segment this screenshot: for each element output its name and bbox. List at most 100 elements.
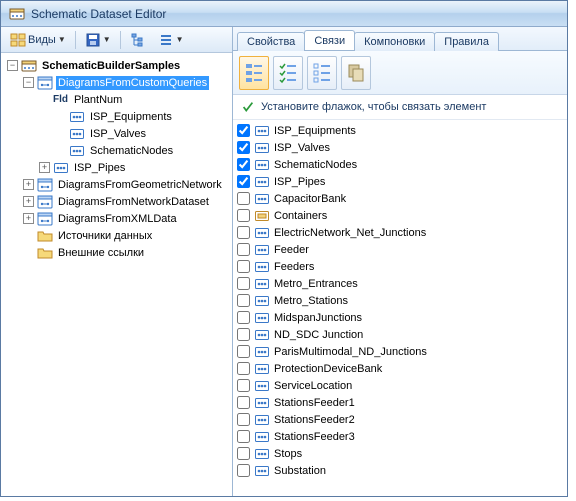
item-checkbox[interactable] [237,430,250,443]
window-title: Schematic Dataset Editor [31,7,166,21]
item-checkbox[interactable] [237,311,250,324]
list-item[interactable]: Feeder [237,241,563,258]
item-label: ServiceLocation [274,380,352,392]
tree-node[interactable]: ISP_Valves [3,125,230,142]
item-checkbox[interactable] [237,362,250,375]
item-checkbox[interactable] [237,175,250,188]
folder-icon [37,245,53,261]
tree-node[interactable]: − SchematicBuilderSamples [3,57,230,74]
uncheck-all-button[interactable] [307,56,337,90]
tree-node-label: DiagramsFromGeometricNetwork [56,178,224,192]
diagram-icon [37,75,53,91]
expand-icon[interactable]: + [23,179,34,190]
item-checkbox[interactable] [237,396,250,409]
tab-правила[interactable]: Правила [434,32,499,51]
item-label: StationsFeeder2 [274,414,355,426]
tree-node-label: ISP_Equipments [88,110,174,124]
list-view-button[interactable]: ▼ [153,29,189,51]
item-checkbox[interactable] [237,209,250,222]
field-icon: Fld [53,94,68,105]
item-label: ND_SDC Junction [274,329,363,341]
tree-node[interactable]: +DiagramsFromNetworkDataset [3,193,230,210]
dots-icon [69,126,85,142]
list-item[interactable]: ND_SDC Junction [237,326,563,343]
select-all-button[interactable] [239,56,269,90]
tree-node[interactable]: SchematicNodes [3,142,230,159]
tab-связи[interactable]: Связи [304,30,355,50]
tree-view[interactable]: −SchematicBuilderSamples−DiagramsFromCus… [1,53,232,496]
save-button[interactable]: ▼ [80,29,116,51]
item-checkbox[interactable] [237,226,250,239]
item-checkbox[interactable] [237,379,250,392]
list-item[interactable]: ElectricNetwork_Net_Junctions [237,224,563,241]
list-item[interactable]: Feeders [237,258,563,275]
tree-node-label: Внешние ссылки [56,246,146,260]
tree-node-label: PlantNum [72,93,124,107]
item-checkbox[interactable] [237,243,250,256]
feature-class-icon [254,242,270,258]
tree-node[interactable]: −DiagramsFromCustomQueries [3,74,230,91]
duplicate-button[interactable] [341,56,371,90]
collapse-icon[interactable]: − [23,77,34,88]
item-checkbox[interactable] [237,192,250,205]
tree-node-label: SchematicNodes [88,144,175,158]
list-item[interactable]: ParisMultimodal_ND_Junctions [237,343,563,360]
item-checkbox[interactable] [237,277,250,290]
titlebar: Schematic Dataset Editor [1,1,567,27]
tree-node[interactable]: Внешние ссылки [3,244,230,261]
list-item[interactable]: Metro_Entrances [237,275,563,292]
expand-icon[interactable]: + [23,196,34,207]
expand-icon[interactable]: + [23,213,34,224]
views-icon [10,32,26,48]
feature-class-icon [254,123,270,139]
item-checkbox[interactable] [237,413,250,426]
list-item[interactable]: SchematicNodes [237,156,563,173]
feature-class-icon [254,140,270,156]
list-item[interactable]: Substation [237,462,563,479]
item-checkbox[interactable] [237,464,250,477]
association-list[interactable]: ISP_Equipments ISP_Valves SchematicNodes IS… [233,120,567,496]
tree-view-button[interactable] [125,29,151,51]
list-item[interactable]: StationsFeeder2 [237,411,563,428]
list-item[interactable]: Metro_Stations [237,292,563,309]
chevron-down-icon: ▼ [103,35,111,44]
collapse-icon[interactable]: − [7,60,18,71]
list-item[interactable]: ISP_Valves [237,139,563,156]
item-label: StationsFeeder3 [274,431,355,443]
list-item[interactable]: Containers [237,207,563,224]
item-label: SchematicNodes [274,159,357,171]
tree-node[interactable]: Fld PlantNum [3,91,230,108]
item-label: ISP_Valves [274,142,330,154]
views-button[interactable]: Виды ▼ [5,29,71,51]
tree-node[interactable]: ISP_Equipments [3,108,230,125]
list-item[interactable]: ISP_Pipes [237,173,563,190]
list-item[interactable]: StationsFeeder3 [237,428,563,445]
list-item[interactable]: CapacitorBank [237,190,563,207]
tree-node-label: SchematicBuilderSamples [40,59,182,73]
tree-node[interactable]: +DiagramsFromXMLData [3,210,230,227]
list-item[interactable]: ProtectionDeviceBank [237,360,563,377]
item-checkbox[interactable] [237,345,250,358]
item-checkbox[interactable] [237,294,250,307]
item-label: StationsFeeder1 [274,397,355,409]
list-item[interactable]: StationsFeeder1 [237,394,563,411]
list-item[interactable]: ServiceLocation [237,377,563,394]
feature-class-icon [254,174,270,190]
check-all-button[interactable] [273,56,303,90]
list-item[interactable]: Stops [237,445,563,462]
tab-свойства[interactable]: Свойства [237,32,305,51]
feature-class-icon [254,157,270,173]
item-checkbox[interactable] [237,447,250,460]
list-item[interactable]: ISP_Equipments [237,122,563,139]
tree-node[interactable]: +ISP_Pipes [3,159,230,176]
list-item[interactable]: MidspanJunctions [237,309,563,326]
item-checkbox[interactable] [237,260,250,273]
item-checkbox[interactable] [237,124,250,137]
tree-node[interactable]: Источники данных [3,227,230,244]
expand-icon[interactable]: + [39,162,50,173]
tab-компоновки[interactable]: Компоновки [354,32,435,51]
tree-node[interactable]: + DiagramsFromGeometricNetwork [3,176,230,193]
item-checkbox[interactable] [237,328,250,341]
item-checkbox[interactable] [237,158,250,171]
item-checkbox[interactable] [237,141,250,154]
